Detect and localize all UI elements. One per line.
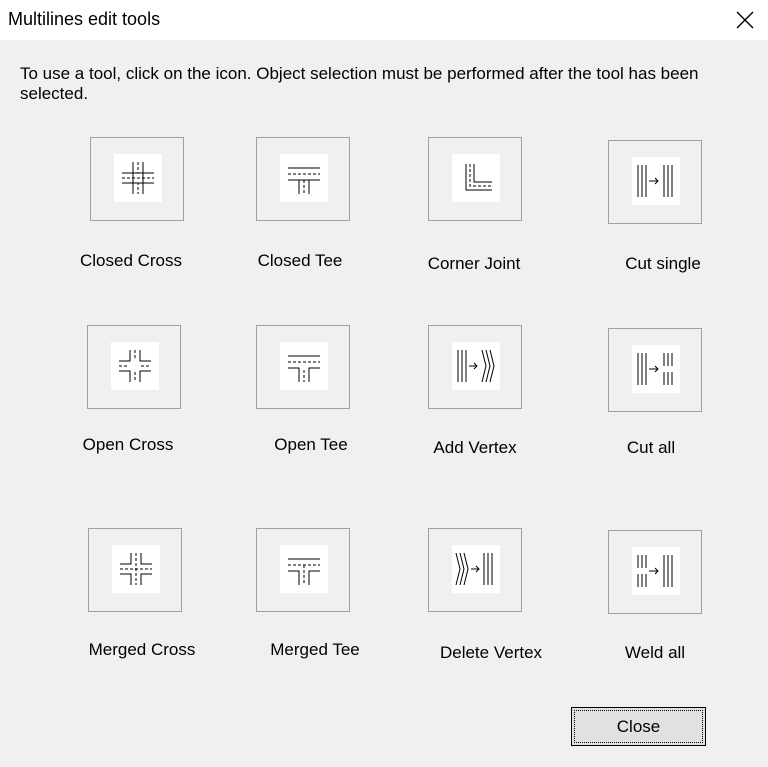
tool-closed-cross-button[interactable]	[90, 137, 184, 221]
tool-label: Delete Vertex	[439, 643, 543, 662]
tool-label: Weld all	[624, 643, 686, 662]
tool-label: Open Tee	[274, 435, 348, 454]
tool-label: Open Cross	[82, 435, 174, 454]
tool-weld-all-button[interactable]	[608, 530, 702, 614]
tool-open-cross-button[interactable]	[87, 325, 181, 409]
tool-label: Merged Tee	[270, 640, 360, 659]
weld-all-icon	[637, 555, 673, 587]
tool-closed-tee-button[interactable]	[256, 137, 350, 221]
add-vertex-icon	[457, 349, 495, 383]
open-tee-icon	[288, 355, 320, 382]
merged-tee-icon	[288, 558, 320, 585]
instructions-text: To use a tool, click on the icon. Object…	[20, 64, 699, 103]
window-title: Multilines edit tools	[8, 9, 161, 29]
tool-delete-vertex-button[interactable]	[428, 528, 522, 612]
tool-label: Merged Cross	[88, 640, 196, 659]
cut-single-icon	[637, 165, 673, 197]
tool-label: Corner Joint	[427, 254, 521, 273]
title-bar: Multilines edit tools	[0, 0, 768, 40]
tool-label: Closed Tee	[257, 251, 343, 270]
tool-label: Closed Cross	[79, 251, 183, 270]
tool-label: Add Vertex	[433, 438, 517, 457]
close-button[interactable]: Close	[571, 707, 706, 746]
merged-cross-icon	[120, 553, 152, 585]
delete-vertex-icon	[455, 552, 493, 586]
open-cross-icon	[119, 350, 151, 382]
tool-corner-joint-button[interactable]	[428, 137, 522, 221]
cut-all-icon	[637, 353, 673, 385]
closed-cross-icon	[122, 162, 154, 194]
tool-label: Cut single	[625, 254, 701, 273]
tool-merged-cross-button[interactable]	[88, 528, 182, 612]
tool-cut-all-button[interactable]	[608, 328, 702, 412]
tool-merged-tee-button[interactable]	[256, 528, 350, 612]
tool-open-tee-button[interactable]	[256, 325, 350, 409]
tool-label: Cut all	[626, 438, 676, 457]
tool-add-vertex-button[interactable]	[428, 325, 522, 409]
window-close-button[interactable]	[722, 0, 768, 40]
close-icon	[736, 11, 754, 29]
tool-cut-single-button[interactable]	[608, 140, 702, 224]
closed-tee-icon	[288, 167, 320, 194]
corner-joint-icon	[465, 164, 492, 191]
